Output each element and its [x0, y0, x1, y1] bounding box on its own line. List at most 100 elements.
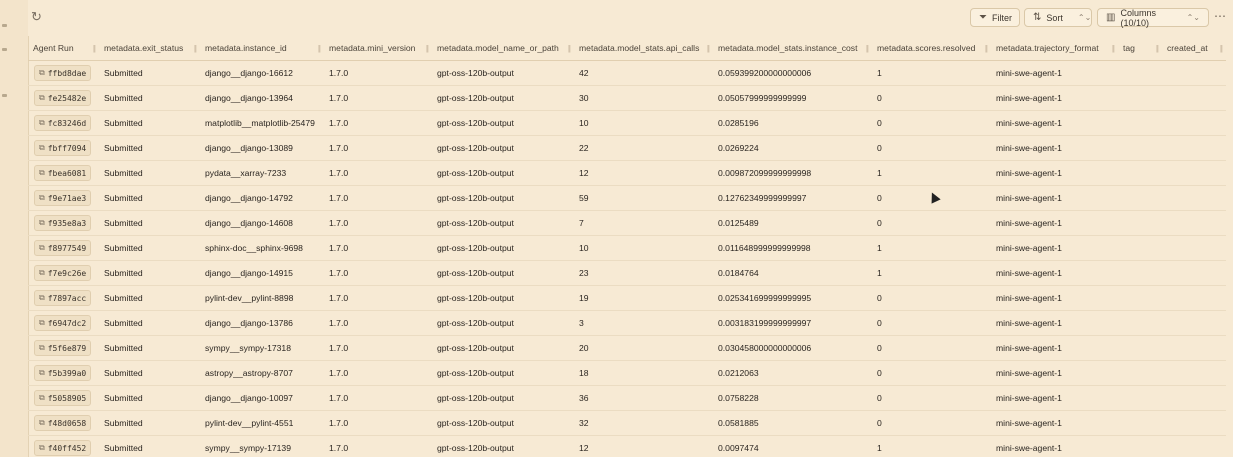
- table-row[interactable]: ⧉ fe25482e Submitted django__django-13964 1.…: [28, 85, 1226, 111]
- column-header[interactable]: metadata.mini_version ||: [324, 36, 432, 61]
- agent-run-id-chip[interactable]: ⧉ f40ff452: [34, 440, 92, 456]
- column-resize-handle-icon[interactable]: ||: [194, 44, 197, 53]
- table-cell: gpt-oss-120b-output: [432, 435, 574, 457]
- table-row[interactable]: ⧉ fbea6081 Submitted pydata__xarray-7233 1.7…: [28, 160, 1226, 186]
- table-row[interactable]: ⧉ f7e9c26e Submitted django__django-14915 1.…: [28, 260, 1226, 286]
- agent-run-id-chip[interactable]: ⧉ fbea6081: [34, 165, 92, 181]
- table-cell: django__django-16612: [200, 60, 324, 86]
- sort-button[interactable]: ⇅ Sort ⌃⌄: [1024, 8, 1092, 27]
- copy-icon[interactable]: ⧉: [39, 293, 45, 303]
- column-resize-handle-icon[interactable]: ||: [985, 44, 988, 53]
- filter-button[interactable]: ⏷ Filter: [970, 8, 1020, 27]
- cell-value: 1.7.0: [329, 93, 349, 103]
- cell-value: mini-swe-agent-1: [996, 318, 1062, 328]
- copy-icon[interactable]: ⧉: [39, 393, 45, 403]
- table-cell: ⧉ f5f6e879: [28, 335, 99, 361]
- agent-run-id-chip[interactable]: ⧉ ffbd8dae: [34, 65, 92, 81]
- agent-run-id-chip[interactable]: ⧉ f8977549: [34, 240, 92, 256]
- column-resize-handle-icon[interactable]: ||: [707, 44, 710, 53]
- table-cell: mini-swe-agent-1: [991, 85, 1118, 111]
- more-options-icon[interactable]: ⋯: [1214, 9, 1227, 23]
- agent-run-id-chip[interactable]: ⧉ f935e8a3: [34, 215, 92, 231]
- cell-value: 0.059399200000000006: [718, 68, 812, 78]
- table-row[interactable]: ⧉ fbff7094 Submitted django__django-13089 1.…: [28, 135, 1226, 161]
- column-header[interactable]: tag ||: [1118, 36, 1162, 61]
- copy-icon[interactable]: ⧉: [39, 318, 45, 328]
- column-resize-handle-icon[interactable]: ||: [1112, 44, 1115, 53]
- table-cell: 1.7.0: [324, 235, 432, 261]
- copy-icon[interactable]: ⧉: [39, 218, 45, 228]
- column-resize-handle-icon[interactable]: ||: [318, 44, 321, 53]
- column-header[interactable]: metadata.trajectory_format ||: [991, 36, 1118, 61]
- column-header[interactable]: metadata.model_stats.instance_cost ||: [713, 36, 872, 61]
- agent-run-id-chip[interactable]: ⧉ fc83246d: [34, 115, 92, 131]
- chevron-updown-icon: ⌃⌄: [1077, 13, 1092, 22]
- column-header[interactable]: metadata.scores.resolved ||: [872, 36, 991, 61]
- table-row[interactable]: ⧉ f9e71ae3 Submitted django__django-14792 1.…: [28, 185, 1226, 211]
- copy-icon[interactable]: ⧉: [39, 243, 45, 253]
- copy-icon[interactable]: ⧉: [39, 368, 45, 378]
- column-resize-handle-icon[interactable]: ||: [1156, 44, 1159, 53]
- table-row[interactable]: ⧉ f48d0658 Submitted pylint-dev__pylint-455…: [28, 410, 1226, 436]
- copy-icon[interactable]: ⧉: [39, 168, 45, 178]
- agent-run-id-chip[interactable]: ⧉ f5b399a0: [34, 365, 92, 381]
- table-row[interactable]: ⧉ f5b399a0 Submitted astropy__astropy-8707 1…: [28, 360, 1226, 386]
- agent-run-id-chip[interactable]: ⧉ fe25482e: [34, 90, 92, 106]
- agent-run-id-chip[interactable]: ⧉ f7897acc: [34, 290, 92, 306]
- table-row[interactable]: ⧉ ffbd8dae Submitted django__django-16612 1.…: [28, 60, 1226, 86]
- table-cell: [1118, 310, 1162, 336]
- table-row[interactable]: ⧉ f5f6e879 Submitted sympy__sympy-17318 1.7.…: [28, 335, 1226, 361]
- agent-run-id-chip[interactable]: ⧉ f9e71ae3: [34, 190, 92, 206]
- table-cell: 30: [574, 85, 713, 111]
- agent-run-id: f5f6e879: [47, 343, 87, 353]
- table-row[interactable]: ⧉ f6947dc2 Submitted django__django-13786 1.…: [28, 310, 1226, 336]
- table-cell: gpt-oss-120b-output: [432, 335, 574, 361]
- agent-run-id-chip[interactable]: ⧉ f7e9c26e: [34, 265, 92, 281]
- table-cell: Submitted: [99, 85, 200, 111]
- agent-run-id-chip[interactable]: ⧉ f5058905: [34, 390, 92, 406]
- copy-icon[interactable]: ⧉: [39, 68, 45, 78]
- column-resize-handle-icon[interactable]: ||: [426, 44, 429, 53]
- runs-table-container[interactable]: Agent Run || metadata.exit_status || metadat…: [28, 36, 1233, 457]
- cell-value: gpt-oss-120b-output: [437, 393, 514, 403]
- column-resize-handle-icon[interactable]: ||: [1220, 44, 1223, 53]
- column-resize-handle-icon[interactable]: ||: [93, 44, 96, 53]
- agent-run-id-chip[interactable]: ⧉ f5f6e879: [34, 340, 92, 356]
- column-resize-handle-icon[interactable]: ||: [568, 44, 571, 53]
- cell-value: 0.0285196: [718, 118, 759, 128]
- copy-icon[interactable]: ⧉: [39, 418, 45, 428]
- copy-icon[interactable]: ⧉: [39, 143, 45, 153]
- column-header[interactable]: created_at ||: [1162, 36, 1226, 61]
- cell-value: 0.0581885: [718, 418, 759, 428]
- table-row[interactable]: ⧉ f8977549 Submitted sphinx-doc__sphinx-969…: [28, 235, 1226, 261]
- copy-icon[interactable]: ⧉: [39, 193, 45, 203]
- table-row[interactable]: ⧉ f7897acc Submitted pylint-dev__pylint-889…: [28, 285, 1226, 311]
- column-header[interactable]: metadata.exit_status ||: [99, 36, 200, 61]
- cell-value: 59: [579, 193, 589, 203]
- column-resize-handle-icon[interactable]: ||: [866, 44, 869, 53]
- column-header[interactable]: metadata.model_name_or_path ||: [432, 36, 574, 61]
- table-row[interactable]: ⧉ f40ff452 Submitted sympy__sympy-17139 1.7.…: [28, 435, 1226, 457]
- column-header[interactable]: Agent Run ||: [28, 36, 99, 61]
- column-header[interactable]: metadata.instance_id ||: [200, 36, 324, 61]
- copy-icon[interactable]: ⧉: [39, 343, 45, 353]
- agent-run-id-chip[interactable]: ⧉ fbff7094: [34, 140, 92, 156]
- table-cell: 1.7.0: [324, 135, 432, 161]
- cell-value: django__django-14608: [205, 218, 293, 228]
- cell-value: Submitted: [104, 343, 143, 353]
- agent-run-id: fc83246d: [47, 118, 87, 128]
- agent-run-id-chip[interactable]: ⧉ f48d0658: [34, 415, 92, 431]
- table-row[interactable]: ⧉ f935e8a3 Submitted django__django-14608 1.…: [28, 210, 1226, 236]
- column-header[interactable]: metadata.model_stats.api_calls ||: [574, 36, 713, 61]
- agent-run-id-chip[interactable]: ⧉ f6947dc2: [34, 315, 92, 331]
- refresh-icon[interactable]: ↻: [31, 10, 45, 24]
- copy-icon[interactable]: ⧉: [39, 118, 45, 128]
- table-row[interactable]: ⧉ f5058905 Submitted django__django-10097 1.…: [28, 385, 1226, 411]
- table-row[interactable]: ⧉ fc83246d Submitted matplotlib__matplotlib…: [28, 110, 1226, 136]
- cell-value: Submitted: [104, 68, 143, 78]
- copy-icon[interactable]: ⧉: [39, 268, 45, 278]
- agent-run-id: fbea6081: [47, 168, 87, 178]
- copy-icon[interactable]: ⧉: [39, 443, 45, 453]
- copy-icon[interactable]: ⧉: [39, 93, 45, 103]
- columns-button[interactable]: ▥ Columns (10/10) ⌃⌄: [1097, 8, 1209, 28]
